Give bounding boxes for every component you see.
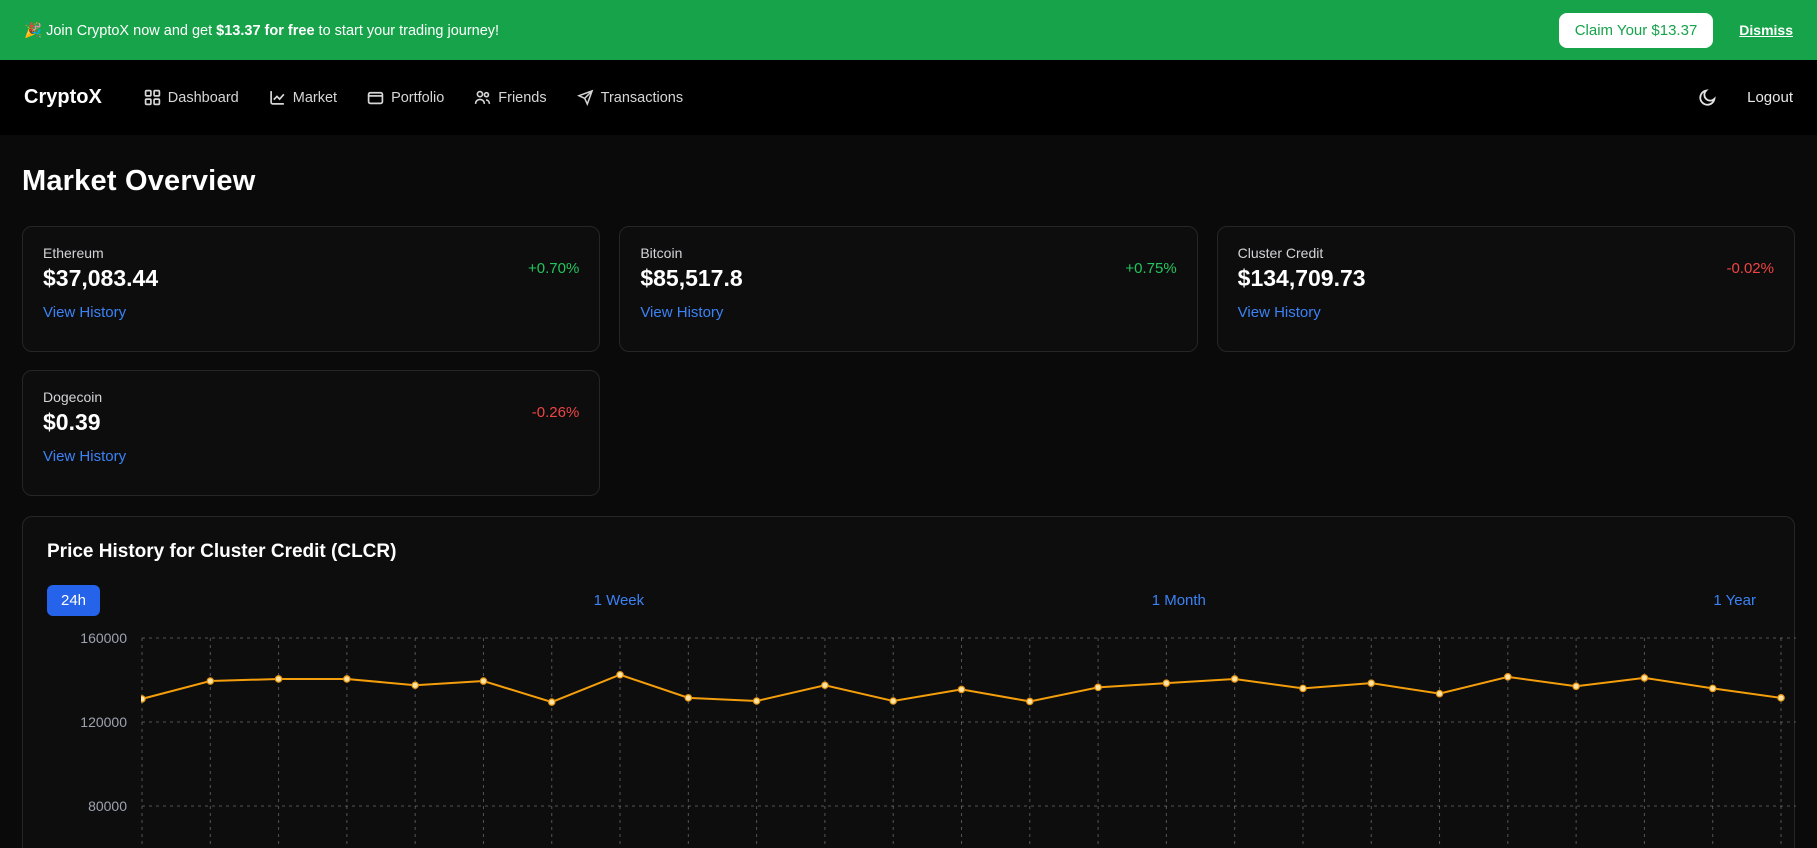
data-point (753, 698, 759, 704)
data-point (412, 682, 418, 688)
nav-item-label: Dashboard (168, 90, 239, 106)
nav-item-friends[interactable]: Friends (474, 89, 546, 106)
data-point (1368, 680, 1374, 686)
data-point (141, 696, 145, 702)
data-point (958, 686, 964, 692)
chart-title: Price History for Cluster Credit (CLCR) (47, 541, 1770, 563)
top-nav: CryptoX Dashboard Market (0, 60, 1817, 135)
coin-card-ethereum: Ethereum $37,083.44 +0.70% View History (22, 226, 600, 352)
logout-button[interactable]: Logout (1747, 89, 1793, 106)
nav-item-portfolio[interactable]: Portfolio (367, 89, 444, 106)
data-point (1231, 676, 1237, 682)
view-history-link[interactable]: View History (1238, 304, 1321, 321)
nav-item-market[interactable]: Market (269, 89, 337, 106)
coin-name: Cluster Credit (1238, 245, 1366, 261)
price-history-card: Price History for Cluster Credit (CLCR) … (22, 516, 1795, 848)
coin-card-bitcoin: Bitcoin $85,517.8 +0.75% View History (619, 226, 1197, 352)
data-point (344, 676, 350, 682)
price-line-chart: 160000 120000 80000 (47, 630, 1770, 848)
transactions-send-icon (577, 89, 594, 106)
data-point (822, 682, 828, 688)
claim-button[interactable]: Claim Your $13.37 (1559, 13, 1714, 48)
coin-price: $85,517.8 (640, 265, 742, 292)
view-history-link[interactable]: View History (43, 304, 126, 321)
range-button-1-week[interactable]: 1 Week (580, 585, 659, 616)
coin-card-cluster-credit: Cluster Credit $134,709.73 -0.02% View H… (1217, 226, 1795, 352)
data-point (480, 678, 486, 684)
data-point (549, 699, 555, 705)
nav-item-transactions[interactable]: Transactions (577, 89, 683, 106)
data-point (1710, 685, 1716, 691)
coin-price: $134,709.73 (1238, 265, 1366, 292)
coin-change-badge: -0.02% (1726, 260, 1774, 277)
data-point (1436, 690, 1442, 696)
coin-cards-grid: Ethereum $37,083.44 +0.70% View History … (22, 226, 1795, 496)
coin-change-badge: +0.70% (528, 260, 579, 277)
promo-banner: 🎉 Join CryptoX now and get $13.37 for fr… (0, 0, 1817, 60)
data-point (1095, 684, 1101, 690)
data-point (1641, 675, 1647, 681)
data-point (1027, 698, 1033, 704)
page-title: Market Overview (22, 165, 1795, 198)
data-point (207, 678, 213, 684)
time-range-selector: 24h 1 Week 1 Month 1 Year (47, 585, 1770, 616)
range-button-1-year[interactable]: 1 Year (1699, 585, 1770, 616)
coin-change-badge: -0.26% (532, 404, 580, 421)
view-history-link[interactable]: View History (640, 304, 723, 321)
chart-canvas (141, 630, 1796, 848)
y-axis-tick: 120000 (80, 714, 127, 730)
view-history-link[interactable]: View History (43, 448, 126, 465)
nav-item-dashboard[interactable]: Dashboard (144, 89, 239, 106)
party-icon: 🎉 (24, 23, 42, 39)
friends-icon (474, 89, 491, 106)
coin-name: Ethereum (43, 245, 158, 261)
range-button-24h[interactable]: 24h (47, 585, 100, 616)
dismiss-link[interactable]: Dismiss (1739, 22, 1793, 38)
nav-item-label: Market (293, 90, 337, 106)
coin-price: $0.39 (43, 409, 102, 436)
coin-card-dogecoin: Dogecoin $0.39 -0.26% View History (22, 370, 600, 496)
data-point (1300, 685, 1306, 691)
nav-item-label: Friends (498, 90, 546, 106)
promo-highlight: $13.37 for free (216, 23, 314, 39)
coin-name: Dogecoin (43, 389, 102, 405)
moon-icon[interactable] (1698, 88, 1717, 107)
data-point (685, 695, 691, 701)
coin-change-badge: +0.75% (1125, 260, 1176, 277)
coin-price: $37,083.44 (43, 265, 158, 292)
portfolio-wallet-icon (367, 89, 384, 106)
data-point (1505, 674, 1511, 680)
promo-text: 🎉 Join CryptoX now and get $13.37 for fr… (24, 22, 499, 39)
range-button-1-month[interactable]: 1 Month (1138, 585, 1220, 616)
y-axis-labels: 160000 120000 80000 (47, 630, 127, 848)
data-point (1778, 695, 1784, 701)
dashboard-grid-icon (144, 89, 161, 106)
market-chart-icon (269, 89, 286, 106)
data-point (890, 698, 896, 704)
coin-name: Bitcoin (640, 245, 742, 261)
data-point (1163, 680, 1169, 686)
y-axis-tick: 160000 (80, 630, 127, 646)
main-content: Market Overview Ethereum $37,083.44 +0.7… (0, 165, 1817, 848)
brand-logo[interactable]: CryptoX (24, 86, 102, 109)
nav-item-label: Portfolio (391, 90, 444, 106)
data-point (1573, 683, 1579, 689)
data-point (275, 676, 281, 682)
y-axis-tick: 80000 (88, 798, 127, 814)
nav-item-label: Transactions (601, 90, 683, 106)
data-point (617, 672, 623, 678)
